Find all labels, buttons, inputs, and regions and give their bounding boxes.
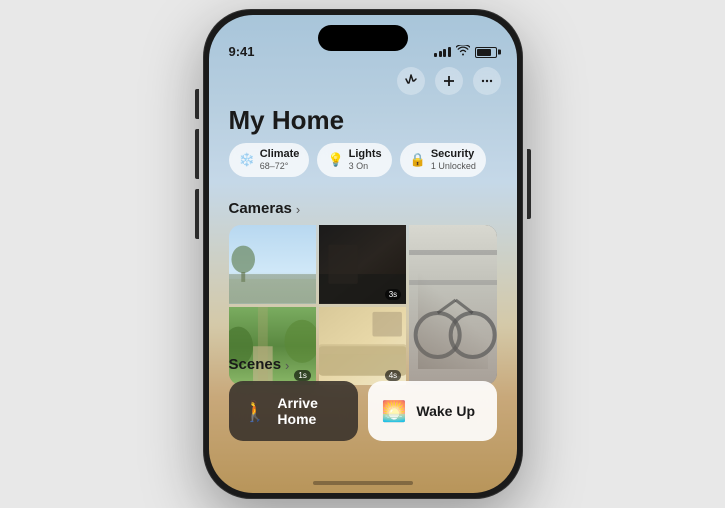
chips-row: ❄️ Climate 68–72° 💡 Lights 3 On 🔒 Securi… (229, 143, 497, 177)
battery-fill (477, 49, 491, 56)
camera-1[interactable] (229, 225, 316, 304)
arrive-home-icon: 🚶 (243, 399, 268, 424)
cameras-title: Cameras (229, 200, 292, 217)
cameras-arrow: › (296, 202, 300, 217)
climate-sub: 68–72° (260, 161, 300, 172)
security-chip-text: Security 1 Unlocked (431, 148, 476, 172)
climate-chip[interactable]: ❄️ Climate 68–72° (229, 143, 310, 177)
more-button[interactable] (473, 67, 501, 95)
climate-chip-text: Climate 68–72° (260, 148, 300, 172)
signal-bar-3 (443, 49, 446, 57)
cameras-header[interactable]: Cameras › (229, 200, 497, 217)
add-button[interactable] (435, 67, 463, 95)
lights-chip[interactable]: 💡 Lights 3 On (317, 143, 391, 177)
lights-sub: 3 On (349, 161, 382, 172)
scenes-title: Scenes (229, 356, 282, 373)
phone-frame: 9:41 (203, 9, 523, 499)
scenes-section: Scenes › 🚶 Arrive Home 🌅 Wake Up (229, 356, 497, 441)
signal-bar-4 (448, 47, 451, 57)
wake-up-card[interactable]: 🌅 Wake Up (368, 381, 497, 441)
lights-chip-text: Lights 3 On (349, 148, 382, 172)
battery-icon (475, 47, 497, 58)
phone-screen: 9:41 (209, 15, 517, 493)
volume-mute-button[interactable] (195, 89, 199, 119)
arrive-home-card[interactable]: 🚶 Arrive Home (229, 381, 358, 441)
security-title: Security (431, 148, 476, 161)
power-button[interactable] (527, 149, 531, 219)
home-indicator[interactable] (313, 481, 413, 485)
status-time: 9:41 (229, 44, 255, 59)
wifi-icon (456, 45, 470, 59)
camera-2-badge: 3s (385, 289, 401, 300)
top-actions (397, 67, 501, 95)
climate-title: Climate (260, 148, 300, 161)
scenes-cards: 🚶 Arrive Home 🌅 Wake Up (229, 381, 497, 441)
security-sub: 1 Unlocked (431, 161, 476, 172)
lights-icon: 💡 (327, 152, 343, 168)
status-icons (434, 45, 497, 59)
lights-title: Lights (349, 148, 382, 161)
wake-up-icon: 🌅 (382, 399, 407, 424)
signal-bar-2 (439, 51, 442, 57)
scenes-arrow: › (285, 358, 289, 373)
security-chip[interactable]: 🔒 Security 1 Unlocked (400, 143, 486, 177)
security-icon: 🔒 (410, 152, 426, 168)
voice-button[interactable] (397, 67, 425, 95)
volume-up-button[interactable] (195, 129, 199, 179)
arrive-home-label: Arrive Home (277, 395, 343, 427)
climate-icon: ❄️ (239, 152, 255, 168)
camera-2[interactable]: 3s (319, 225, 406, 304)
signal-icon (434, 47, 451, 57)
signal-bar-1 (434, 53, 437, 57)
wake-up-label: Wake Up (416, 403, 475, 419)
page-title: My Home (229, 105, 345, 136)
volume-down-button[interactable] (195, 189, 199, 239)
dynamic-island (318, 25, 408, 51)
scenes-header[interactable]: Scenes › (229, 356, 497, 373)
